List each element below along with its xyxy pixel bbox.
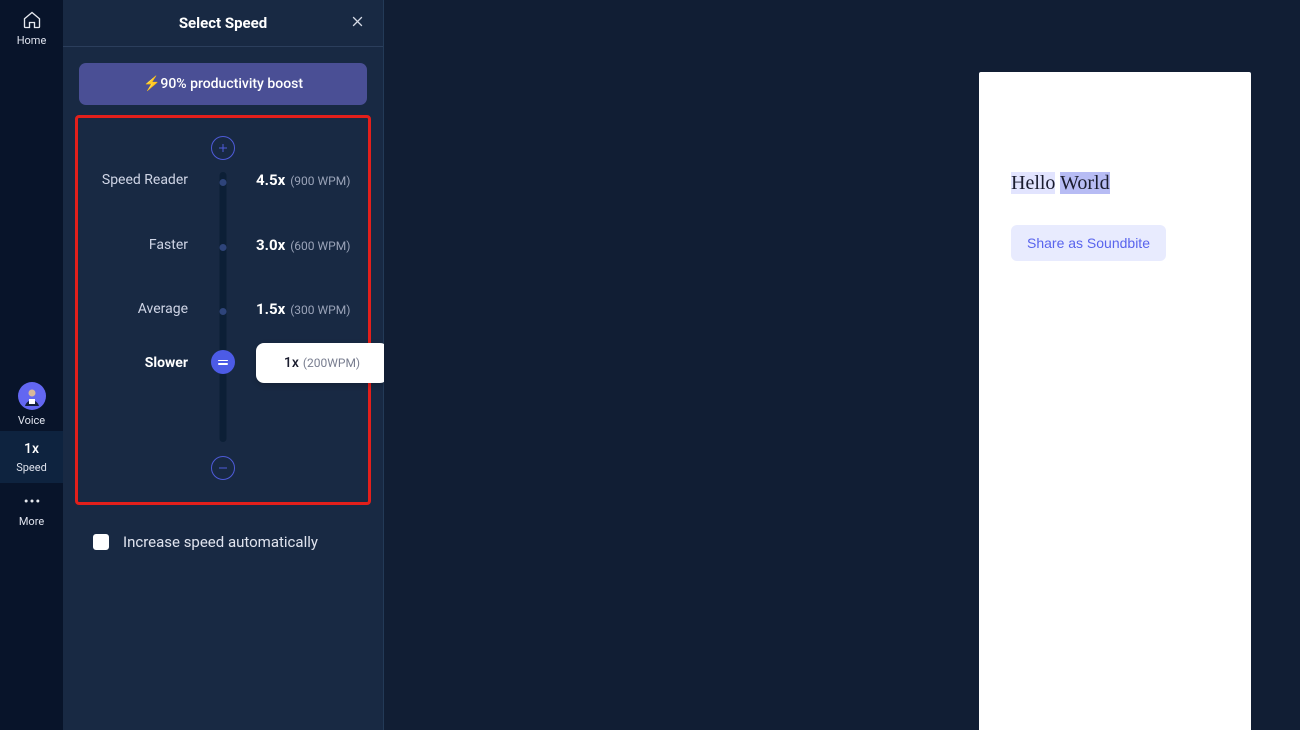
sidebar-speed-label: Speed [16, 461, 47, 474]
auto-increase-checkbox[interactable] [93, 534, 109, 550]
speed-decrease-button[interactable] [211, 456, 235, 480]
home-icon [22, 10, 42, 30]
close-button[interactable] [345, 11, 369, 35]
close-icon [350, 14, 365, 33]
speed-slider[interactable]: Speed Reader 4.5x (900 WPM) Faster 3.0x … [88, 172, 358, 442]
sidebar-home-label: Home [17, 34, 47, 47]
sidebar-item-home[interactable]: Home [0, 4, 63, 52]
tooltip-wpm: (200WPM) [303, 356, 360, 370]
speed-option-label: Slower [88, 355, 218, 371]
sidebar-item-more[interactable]: More [0, 483, 63, 535]
speed-option-mult: 3.0x [256, 236, 285, 254]
panel-header: Select Speed [63, 0, 383, 47]
speed-option-mult: 1.5x [256, 300, 285, 318]
panel-title: Select Speed [179, 14, 267, 32]
slider-handle[interactable] [211, 350, 235, 374]
speed-option-average[interactable]: Average 1.5x (300 WPM) [88, 289, 358, 329]
speed-option-mult: 4.5x [256, 171, 285, 189]
speed-option-faster[interactable]: Faster 3.0x (600 WPM) [88, 225, 358, 265]
sidebar-item-voice[interactable]: Voice [0, 377, 63, 431]
avatar-icon [18, 382, 46, 410]
sidebar-voice-label: Voice [18, 414, 45, 427]
doc-word-2: World [1060, 172, 1110, 194]
sidebar-item-speed[interactable]: 1x Speed [0, 431, 63, 483]
speed-option-wpm: (600 WPM) [290, 239, 350, 253]
speed-selector-highlight: Speed Reader 4.5x (900 WPM) Faster 3.0x … [75, 115, 371, 505]
speed-current-tooltip: 1x (200WPM) [256, 343, 388, 383]
boost-label: ⚡90% productivity boost [143, 76, 303, 92]
speed-panel: Select Speed ⚡90% productivity boost Spe… [63, 0, 384, 730]
speed-option-label: Faster [88, 237, 218, 253]
auto-increase-label: Increase speed automatically [123, 533, 318, 551]
speed-option-speed-reader[interactable]: Speed Reader 4.5x (900 WPM) [88, 160, 358, 200]
auto-increase-row: Increase speed automatically [93, 533, 363, 551]
app-sidebar: Home Voice 1x Speed More [0, 0, 63, 730]
speed-option-label: Average [88, 301, 218, 317]
sidebar-more-label: More [19, 515, 44, 528]
tooltip-mult: 1x [284, 355, 299, 371]
doc-word-1: Hello [1011, 172, 1055, 194]
main-area: Hello World Share as Soundbite [384, 0, 1300, 730]
speed-option-label: Speed Reader [88, 172, 218, 188]
share-soundbite-label: Share as Soundbite [1027, 235, 1150, 251]
minus-icon [217, 459, 229, 478]
plus-icon [217, 139, 229, 158]
sidebar-speed-mult: 1x [24, 441, 39, 457]
speed-increase-button[interactable] [211, 136, 235, 160]
document-text: Hello World [1011, 172, 1221, 195]
share-soundbite-button[interactable]: Share as Soundbite [1011, 225, 1166, 261]
speed-option-wpm: (900 WPM) [290, 174, 350, 188]
productivity-boost-button[interactable]: ⚡90% productivity boost [79, 63, 367, 105]
drag-handle-icon [218, 360, 228, 365]
speed-option-wpm: (300 WPM) [290, 303, 350, 317]
more-icon [22, 491, 42, 511]
document-page: Hello World Share as Soundbite [979, 72, 1251, 730]
